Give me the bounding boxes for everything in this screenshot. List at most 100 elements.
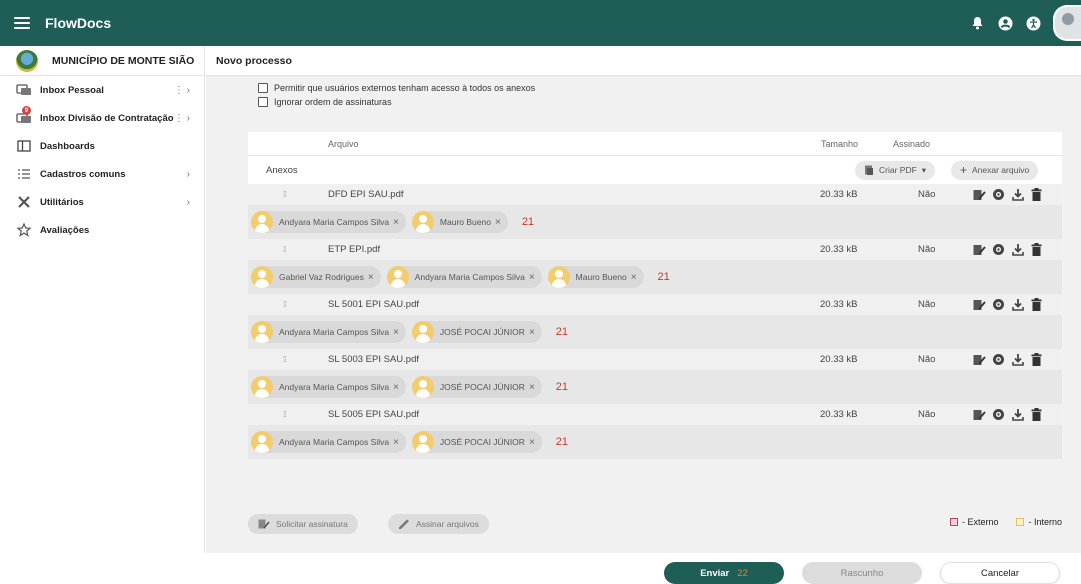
signer-chip[interactable]: Andyara Maria Campos Silva × <box>251 376 406 398</box>
sidebar-item-utilitarios[interactable]: Utilitários › <box>0 188 204 216</box>
signer-chip[interactable]: Mauro Bueno × <box>547 266 644 288</box>
signer-chip[interactable]: Andyara Maria Campos Silva × <box>251 211 406 233</box>
ignore-order-checkbox[interactable] <box>258 96 268 107</box>
enviar-button[interactable]: Enviar 22 <box>664 562 784 584</box>
drag-handle-icon[interactable]: ⁞⁞ <box>283 410 287 419</box>
sidebar-item-dashboards[interactable]: Dashboards <box>0 132 204 160</box>
signer-chip[interactable]: Andyara Maria Campos Silva × <box>251 431 406 453</box>
solicitar-assinatura-button[interactable]: Solicitar assinatura <box>248 514 358 534</box>
table-header: Arquivo Tamanho Assinado <box>248 132 1062 156</box>
assinar-arquivos-button[interactable]: Assinar arquivos <box>388 514 489 534</box>
file-name: DFD EPI SAU.pdf <box>328 189 404 200</box>
remove-signer-icon[interactable]: × <box>529 437 535 448</box>
sign-file-icon[interactable] <box>973 353 986 366</box>
cancelar-label: Cancelar <box>980 567 1020 579</box>
account-icon[interactable] <box>997 15 1013 31</box>
view-icon[interactable] <box>992 408 1005 421</box>
chevron-right-icon[interactable]: › <box>187 188 190 216</box>
signer-name: Gabriel Vaz Rodrigues <box>279 272 364 282</box>
drag-handle-icon[interactable]: ⁞⁞ <box>283 245 287 254</box>
remove-signer-icon[interactable]: × <box>495 217 501 228</box>
download-icon[interactable] <box>1011 243 1024 256</box>
signer-chip[interactable]: JOSÉ POCAI JÚNIOR × <box>411 431 542 453</box>
download-icon[interactable] <box>1011 298 1024 311</box>
sidebar-item-avaliacoes[interactable]: Avaliações <box>0 216 204 244</box>
pdf-icon <box>865 165 873 175</box>
bell-icon[interactable] <box>969 15 985 31</box>
remove-signer-icon[interactable]: × <box>393 382 399 393</box>
view-icon[interactable] <box>992 298 1005 311</box>
anexar-arquivo-button[interactable]: + Anexar arquivo <box>951 160 1039 180</box>
signer-avatar-icon <box>251 376 273 398</box>
signer-avatar-icon <box>251 211 273 233</box>
signer-chip[interactable]: Gabriel Vaz Rodrigues × <box>251 266 381 288</box>
row-actions <box>973 188 1043 201</box>
signer-avatar-icon <box>411 431 434 453</box>
sidebar-item-cadastros[interactable]: Cadastros comuns › <box>0 160 204 188</box>
sidebar-item-inbox-pessoal[interactable]: Inbox Pessoal ⋮ › <box>0 76 204 104</box>
file-size: 20.33 kB <box>820 299 858 310</box>
sidebar-item-more-icon[interactable]: ⋮ › <box>174 76 190 104</box>
delete-icon[interactable] <box>1030 243 1043 256</box>
sidebar-item-more-icon[interactable]: ⋮ › <box>174 104 190 132</box>
accessibility-icon[interactable] <box>1025 15 1041 31</box>
file-name: ETP EPI.pdf <box>328 244 381 255</box>
download-icon[interactable] <box>1011 408 1024 421</box>
sign-file-icon[interactable] <box>973 408 986 421</box>
remove-signer-icon[interactable]: × <box>393 437 399 448</box>
view-icon[interactable] <box>992 353 1005 366</box>
inbox-icon <box>16 83 32 97</box>
remove-signer-icon[interactable]: × <box>529 382 535 393</box>
delete-icon[interactable] <box>1030 298 1043 311</box>
delete-icon[interactable] <box>1030 188 1043 201</box>
signer-chip[interactable]: JOSÉ POCAI JÚNIOR × <box>411 321 542 343</box>
criar-pdf-button[interactable]: Criar PDF ▾ <box>855 160 936 180</box>
download-icon[interactable] <box>1011 353 1024 366</box>
external-access-option[interactable]: Permitir que usuários externos tenham ac… <box>258 81 1062 94</box>
signer-chip[interactable]: JOSÉ POCAI JÚNIOR × <box>411 376 542 398</box>
cancelar-button[interactable]: Cancelar <box>940 562 1060 584</box>
drag-handle-icon[interactable]: ⁞⁞ <box>283 300 287 309</box>
menu-icon[interactable] <box>14 17 30 29</box>
remove-signer-icon[interactable]: × <box>631 272 637 283</box>
signer-chip[interactable]: Andyara Maria Campos Silva × <box>386 266 542 288</box>
remove-signer-icon[interactable]: × <box>393 217 399 228</box>
view-icon[interactable] <box>992 188 1005 201</box>
app-title: FlowDocs <box>45 15 112 31</box>
anexos-label: Anexos <box>266 164 298 176</box>
signer-name: JOSÉ POCAI JÚNIOR <box>439 327 525 337</box>
sidebar-item-inbox-divisao[interactable]: 9 Inbox Divisão de Contratação ⋮ › <box>0 104 204 132</box>
enviar-marker: 22 <box>737 567 748 579</box>
external-access-checkbox[interactable] <box>258 82 268 93</box>
drag-handle-icon[interactable]: ⁞⁞ <box>283 355 287 364</box>
signers-row: Andyara Maria Campos Silva × Mauro Bueno × 2… <box>248 205 1062 239</box>
remove-signer-icon[interactable]: × <box>529 327 535 338</box>
signer-chip[interactable]: Andyara Maria Campos Silva × <box>251 321 406 343</box>
rascunho-button[interactable]: Rascunho <box>802 562 922 584</box>
signer-chip[interactable]: Mauro Bueno × <box>411 211 508 233</box>
remove-signer-icon[interactable]: × <box>529 272 535 283</box>
legend: - Externo - Interno <box>949 517 1062 527</box>
delete-icon[interactable] <box>1030 408 1043 421</box>
municipality-header: MUNICÍPIO DE MONTE SIÃO <box>0 46 204 76</box>
delete-icon[interactable] <box>1030 353 1043 366</box>
chevron-right-icon[interactable]: › <box>187 160 190 188</box>
form-footer: Enviar 22 Rascunho Cancelar <box>248 562 1062 584</box>
user-avatar[interactable] <box>1053 5 1081 41</box>
sign-file-icon[interactable] <box>973 243 986 256</box>
star-icon <box>16 223 32 237</box>
sign-file-icon[interactable] <box>973 188 986 201</box>
legend-interno-label: - Interno <box>1028 517 1062 527</box>
sidebar-item-label: Dashboards <box>40 140 95 152</box>
view-icon[interactable] <box>992 243 1005 256</box>
ignore-order-option[interactable]: Ignorar ordem de assinaturas <box>258 95 1062 108</box>
remove-signer-icon[interactable]: × <box>393 327 399 338</box>
tools-icon <box>16 195 32 209</box>
file-name: SL 5001 EPI SAU.pdf <box>328 299 420 310</box>
remove-signer-icon[interactable]: × <box>368 272 374 283</box>
drag-handle-icon[interactable]: ⁞⁞ <box>283 190 287 199</box>
sidebar-item-label: Cadastros comuns <box>40 168 126 180</box>
sign-file-icon[interactable] <box>973 298 986 311</box>
signer-avatar-icon <box>547 266 570 288</box>
download-icon[interactable] <box>1011 188 1024 201</box>
